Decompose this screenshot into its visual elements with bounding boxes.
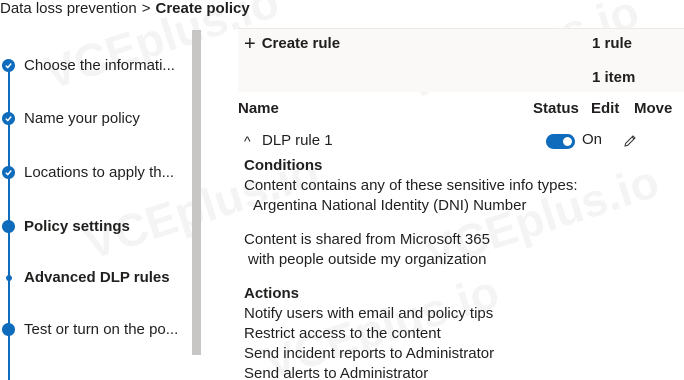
item-count: 1 item [592, 69, 636, 86]
plus-icon: + [244, 33, 256, 55]
create-rule-button[interactable]: + Create rule [244, 33, 340, 55]
wizard-step-advanced-dlp-rules[interactable]: Advanced DLP rules [0, 267, 192, 289]
column-header-name[interactable]: Name [238, 100, 279, 117]
toggle-knob [563, 137, 572, 146]
wizard-step-label: Locations to apply th... [24, 164, 175, 181]
current-step-dot-icon [2, 220, 15, 233]
wizard-step-choose-info[interactable]: Choose the informati... [0, 55, 192, 77]
chevron-up-icon[interactable]: ^ [244, 133, 251, 149]
check-icon [2, 112, 15, 125]
column-header-status[interactable]: Status [533, 100, 579, 117]
wizard-step-name-policy[interactable]: Name your policy [0, 108, 192, 130]
wizard-step-test-or-turn-on[interactable]: Test or turn on the po... [0, 319, 192, 341]
wizard-step-label: Choose the informati... [24, 57, 175, 74]
condition-line: Argentina National Identity (DNI) Number [253, 197, 527, 214]
wizard-step-label: Name your policy [24, 110, 140, 127]
wizard-steps: Choose the informati... Name your policy… [0, 30, 200, 380]
table-row[interactable]: ^ DLP rule 1 On [238, 128, 684, 156]
actions-heading: Actions [244, 285, 300, 302]
breadcrumb-parent-link[interactable]: Data loss prevention [0, 0, 137, 17]
wizard-step-label: Test or turn on the po... [24, 321, 179, 338]
wizard-step-label: Advanced DLP rules [24, 269, 170, 286]
rules-toolbar: + Create rule 1 rule 1 item [238, 28, 684, 92]
action-line: Send alerts to Administrator [244, 365, 429, 380]
action-line: Restrict access to the content [244, 325, 441, 342]
column-header-edit[interactable]: Edit [591, 100, 619, 117]
create-rule-label: Create rule [261, 35, 341, 52]
breadcrumb-current: Create policy [155, 0, 250, 17]
wizard-step-label: Policy settings [24, 218, 130, 235]
action-line: Notify users with email and policy tips [244, 305, 494, 322]
condition-line: with people outside my organization [248, 251, 487, 268]
rule-details: Conditions Content contains any of these… [244, 156, 674, 380]
rules-panel: + Create rule 1 rule 1 item Name Status … [238, 28, 684, 380]
column-header-move[interactable]: Move [634, 100, 672, 117]
substep-dot-icon [6, 275, 12, 281]
status-label: On [582, 131, 603, 148]
wizard-step-policy-settings[interactable]: Policy settings [0, 216, 192, 238]
wizard-scrollbar[interactable] [192, 30, 201, 355]
check-icon [2, 59, 15, 72]
breadcrumb: Data loss prevention > Create policy [0, 0, 250, 18]
conditions-heading: Conditions [244, 157, 323, 174]
status-toggle[interactable] [546, 134, 575, 149]
condition-line: Content is shared from Microsoft 365 [244, 231, 490, 248]
rule-count: 1 rule [592, 35, 633, 52]
action-line: Send incident reports to Administrator [244, 345, 495, 362]
rule-name: DLP rule 1 [262, 132, 333, 149]
condition-line: Content contains any of these sensitive … [244, 177, 578, 194]
check-icon [2, 166, 15, 179]
wizard-step-locations[interactable]: Locations to apply th... [0, 162, 192, 184]
breadcrumb-separator: > [141, 0, 151, 17]
pending-step-dot-icon [2, 323, 15, 336]
pencil-icon[interactable] [622, 133, 638, 149]
